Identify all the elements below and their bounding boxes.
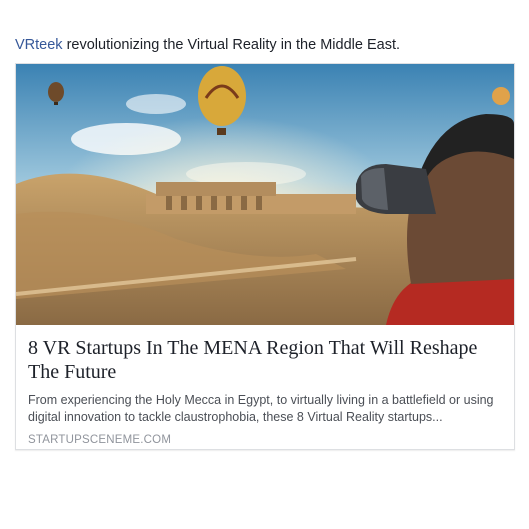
post-text: VRteek revolutionizing the Virtual Reali… xyxy=(15,36,400,54)
link-description: From experiencing the Holy Mecca in Egyp… xyxy=(28,393,494,424)
link-domain: STARTUPSCENEME.COM xyxy=(28,434,172,446)
link-title[interactable]: 8 VR Startups In The MENA Region That Wi… xyxy=(28,336,502,384)
page-name-link[interactable]: VRteek xyxy=(15,37,63,53)
link-preview-card[interactable]: 8 VR Startups In The MENA Region That Wi… xyxy=(15,63,515,450)
link-preview-image[interactable] xyxy=(16,64,514,325)
post-message: revolutionizing the Virtual Reality in t… xyxy=(62,37,400,53)
hot-air-balloon-distant xyxy=(492,87,510,105)
